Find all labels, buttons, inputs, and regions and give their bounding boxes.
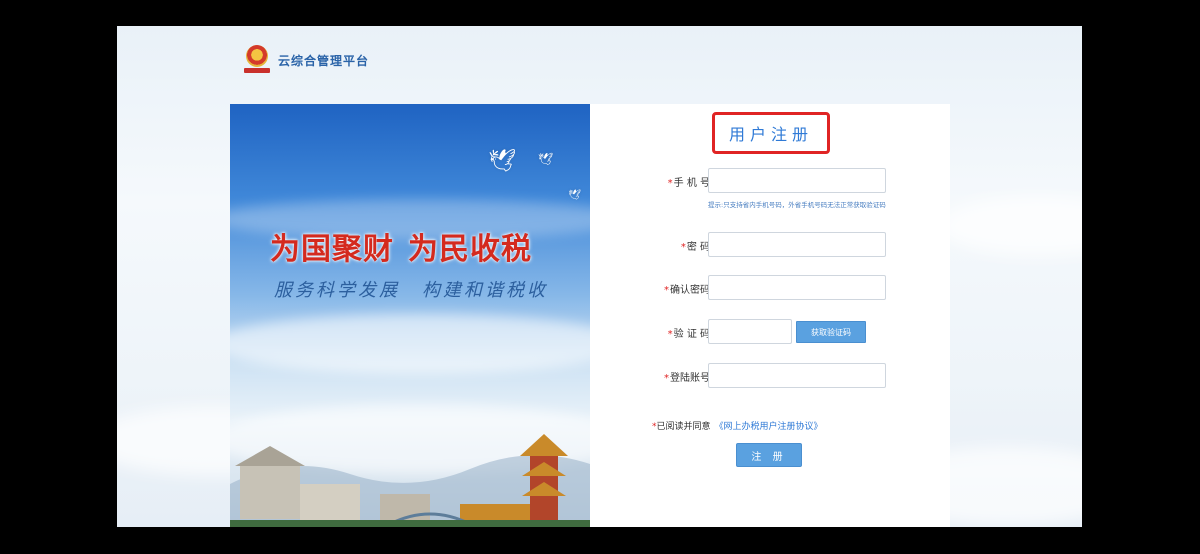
captcha-row: *验 证 码 获取验证码	[590, 319, 950, 345]
banner-image: 🕊 🕊 🕊 为国聚财 为民收税 服务科学发展 构建和谐税收	[230, 104, 590, 527]
agreement-link[interactable]: 《网上办税用户注册协议》	[715, 422, 823, 432]
register-panel: 🕊 🕊 🕊 为国聚财 为民收税 服务科学发展 构建和谐税收 用户注册 *手 机 …	[230, 104, 950, 527]
slogan-sub: 服务科学发展 构建和谐税收	[274, 280, 548, 301]
dove-icon: 🕊	[538, 152, 554, 166]
captcha-label: *验 证 码	[667, 329, 710, 340]
dove-icon: 🕊	[568, 190, 581, 201]
register-button[interactable]: 注 册	[736, 443, 802, 467]
background-cloud	[937, 196, 1082, 256]
tax-emblem-icon	[244, 45, 270, 75]
brand-title: 云综合管理平台	[278, 53, 370, 68]
confirm-row: *确认密码	[590, 275, 950, 301]
get-code-button[interactable]: 获取验证码	[796, 321, 866, 343]
header: 云综合管理平台	[244, 40, 369, 80]
form-title-highlight: 用户注册	[712, 112, 830, 154]
confirm-label: *确认密码	[664, 285, 710, 296]
account-label: *登陆账号	[664, 373, 710, 384]
agreement-row: *已阅读并同意 《网上办税用户注册协议》	[652, 422, 823, 432]
account-row: *登陆账号	[590, 363, 950, 389]
phone-row: *手 机 号 提示:只支持省内手机号码，外省手机号码无法正常获取验证码	[590, 168, 950, 209]
password-input[interactable]	[708, 232, 886, 257]
slogan-main: 为国聚财 为民收税	[270, 232, 532, 267]
phone-hint: 提示:只支持省内手机号码，外省手机号码无法正常获取验证码	[708, 201, 886, 209]
password-row: *密 码	[590, 232, 950, 258]
app-screen: 云综合管理平台 🕊 🕊 🕊 为国聚财 为民收税 服务科学发展 构建和谐税收 用户…	[117, 26, 1082, 527]
captcha-input[interactable]	[708, 319, 792, 344]
account-input[interactable]	[708, 363, 886, 388]
register-form: 用户注册 *手 机 号 提示:只支持省内手机号码，外省手机号码无法正常获取验证码…	[590, 104, 950, 527]
landmark-illustration	[230, 434, 590, 527]
confirm-password-input[interactable]	[708, 275, 886, 300]
phone-label: *手 机 号	[667, 178, 710, 189]
phone-input[interactable]	[708, 168, 886, 193]
form-title: 用户注册	[728, 125, 813, 144]
agreement-prefix: 已阅读并同意	[656, 422, 711, 432]
dove-icon: 🕊	[488, 149, 516, 174]
password-label: *密 码	[680, 242, 710, 253]
